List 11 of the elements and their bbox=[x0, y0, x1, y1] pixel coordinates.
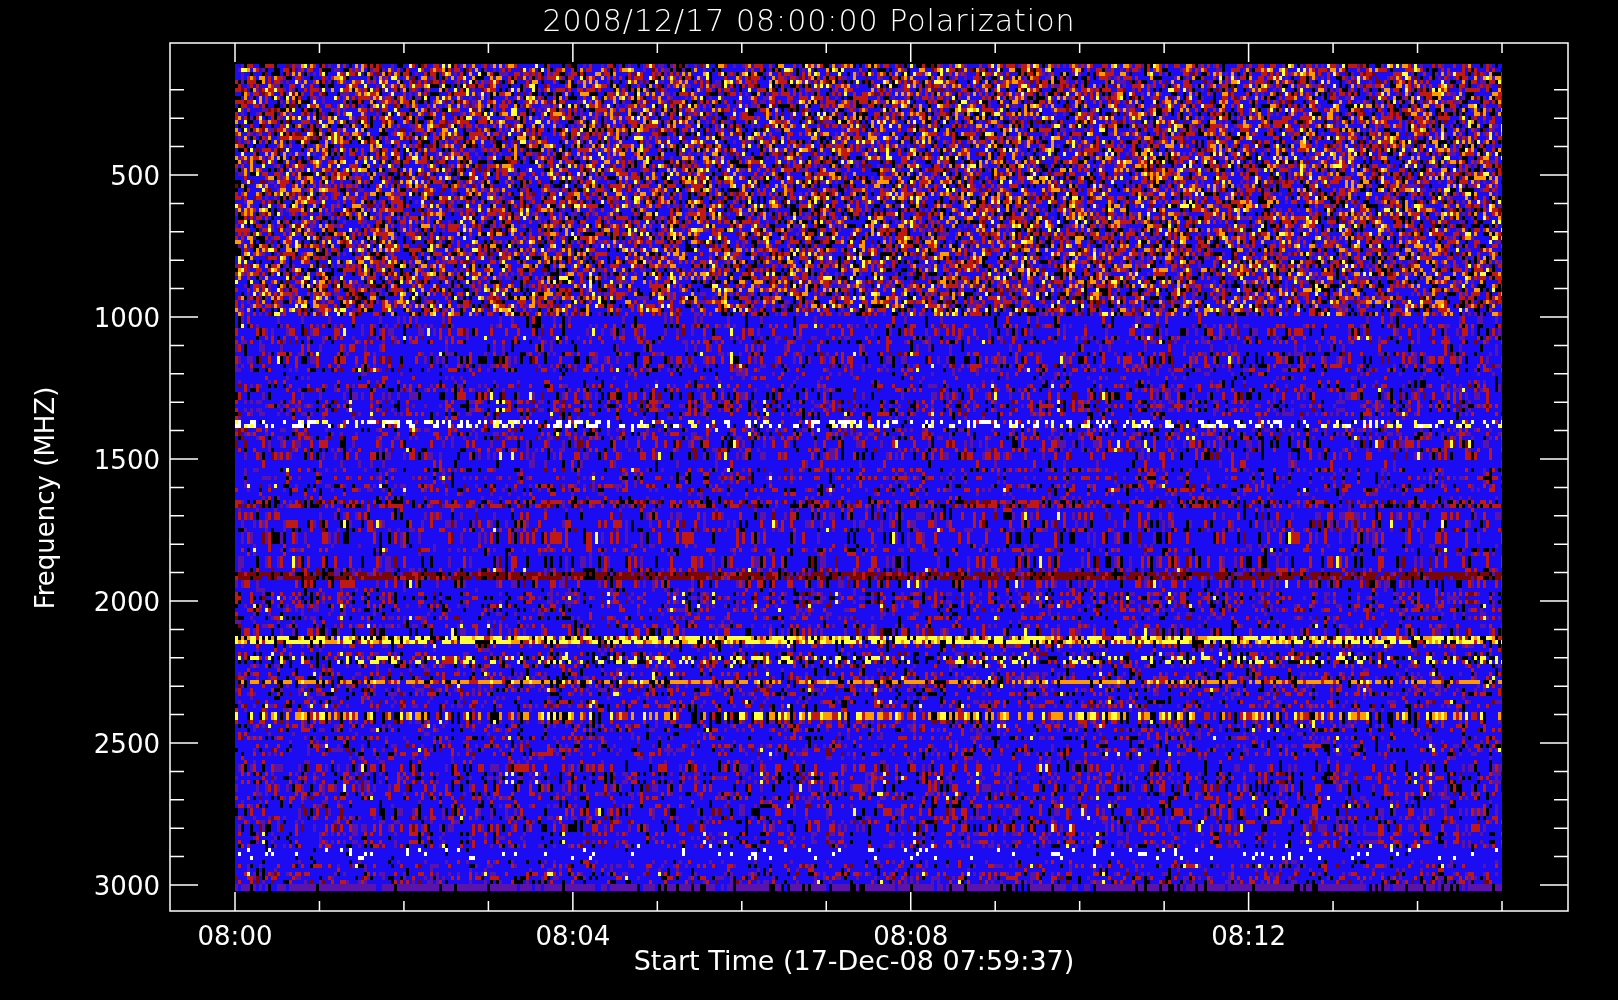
y-tick-label: 1500 bbox=[93, 445, 160, 475]
y-axis-label: Frequency (MHZ) bbox=[30, 386, 60, 609]
y-tick-label: 2000 bbox=[93, 587, 160, 617]
y-tick-label: 1000 bbox=[93, 303, 160, 333]
x-tick-label: 08:12 bbox=[1211, 921, 1287, 951]
x-tick-label: 08:04 bbox=[535, 921, 611, 951]
y-tick-label: 2500 bbox=[93, 729, 160, 759]
y-tick-label: 3000 bbox=[93, 871, 160, 901]
y-tick-label: 500 bbox=[110, 161, 160, 191]
x-tick-label: 08:00 bbox=[197, 921, 273, 951]
chart-title: 2008/12/17 08:00:00 Polarization bbox=[542, 2, 1076, 38]
